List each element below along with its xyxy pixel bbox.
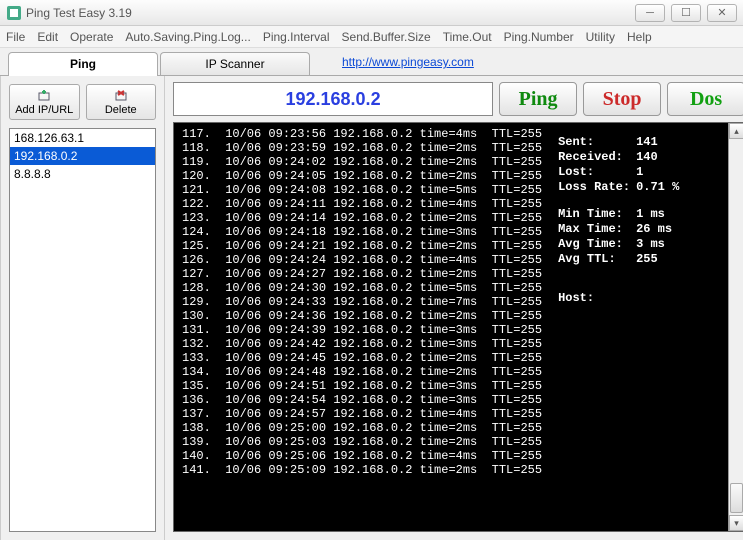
window-title: Ping Test Easy 3.19 <box>26 6 635 20</box>
menu-buffer[interactable]: Send.Buffer.Size <box>342 30 431 44</box>
stat-max-value: 26 ms <box>636 222 672 237</box>
right-panel: 192.168.0.2 Ping Stop Dos 117. 10/06 09:… <box>165 76 743 540</box>
left-panel: Add IP/URL Delete 168.126.63.1192.168.0.… <box>0 76 165 540</box>
stat-avg-value: 3 ms <box>636 237 665 252</box>
stat-min-label: Min Time: <box>558 207 636 222</box>
menu-utility[interactable]: Utility <box>586 30 615 44</box>
add-label: Add IP/URL <box>15 104 73 116</box>
delete-icon <box>113 88 129 104</box>
stat-avg-label: Avg Time: <box>558 237 636 252</box>
stat-host-label: Host: <box>558 291 636 306</box>
stat-min-value: 1 ms <box>636 207 665 222</box>
add-ipurl-button[interactable]: Add IP/URL <box>9 84 80 120</box>
stat-ttl-label: Avg TTL: <box>558 252 636 267</box>
tab-ipscanner[interactable]: IP Scanner <box>160 52 310 75</box>
stat-rate-label: Loss Rate: <box>558 180 636 195</box>
ip-input[interactable]: 192.168.0.2 <box>173 82 493 116</box>
console-scrollbar[interactable]: ▴ ▾ <box>728 123 743 531</box>
stat-lost-value: 1 <box>636 165 643 180</box>
stat-max-label: Max Time: <box>558 222 636 237</box>
close-button[interactable]: ✕ <box>707 4 737 22</box>
stat-ttl-value: 255 <box>636 252 658 267</box>
menubar: File Edit Operate Auto.Saving.Ping.Log..… <box>0 26 743 48</box>
app-icon <box>6 5 22 21</box>
stat-recv-value: 140 <box>636 150 658 165</box>
ping-log: 117. 10/06 09:23:56 192.168.0.2 time=4ms… <box>174 123 550 531</box>
menu-autosave[interactable]: Auto.Saving.Ping.Log... <box>125 30 250 44</box>
menu-operate[interactable]: Operate <box>70 30 113 44</box>
console: 117. 10/06 09:23:56 192.168.0.2 time=4ms… <box>173 122 743 532</box>
stat-sent-label: Sent: <box>558 135 636 150</box>
scroll-thumb[interactable] <box>730 483 743 513</box>
tabstrip: Ping IP Scanner http://www.pingeasy.com <box>0 48 743 76</box>
ip-list-item[interactable]: 8.8.8.8 <box>10 165 155 183</box>
ip-list-item[interactable]: 168.126.63.1 <box>10 129 155 147</box>
ip-list-item[interactable]: 192.168.0.2 <box>10 147 155 165</box>
delete-button[interactable]: Delete <box>86 84 157 120</box>
stat-rate-value: 0.71 % <box>636 180 679 195</box>
menu-interval[interactable]: Ping.Interval <box>263 30 330 44</box>
stat-sent-value: 141 <box>636 135 658 150</box>
link-homepage[interactable]: http://www.pingeasy.com <box>312 49 504 75</box>
scroll-up-button[interactable]: ▴ <box>729 123 743 139</box>
stats-panel: Sent:141 Received:140 Lost:1 Loss Rate:0… <box>550 123 728 531</box>
stat-lost-label: Lost: <box>558 165 636 180</box>
menu-timeout[interactable]: Time.Out <box>443 30 492 44</box>
minimize-button[interactable]: ─ <box>635 4 665 22</box>
add-icon <box>36 88 52 104</box>
delete-label: Delete <box>105 104 137 116</box>
menu-number[interactable]: Ping.Number <box>504 30 574 44</box>
stop-button[interactable]: Stop <box>583 82 661 116</box>
dos-button[interactable]: Dos <box>667 82 743 116</box>
titlebar: Ping Test Easy 3.19 ─ ☐ ✕ <box>0 0 743 26</box>
menu-edit[interactable]: Edit <box>37 30 58 44</box>
tab-ping[interactable]: Ping <box>8 52 158 76</box>
maximize-button[interactable]: ☐ <box>671 4 701 22</box>
ping-button[interactable]: Ping <box>499 82 577 116</box>
ip-list[interactable]: 168.126.63.1192.168.0.28.8.8.8 <box>9 128 156 532</box>
stat-recv-label: Received: <box>558 150 636 165</box>
menu-file[interactable]: File <box>6 30 25 44</box>
menu-help[interactable]: Help <box>627 30 652 44</box>
scroll-down-button[interactable]: ▾ <box>729 515 743 531</box>
